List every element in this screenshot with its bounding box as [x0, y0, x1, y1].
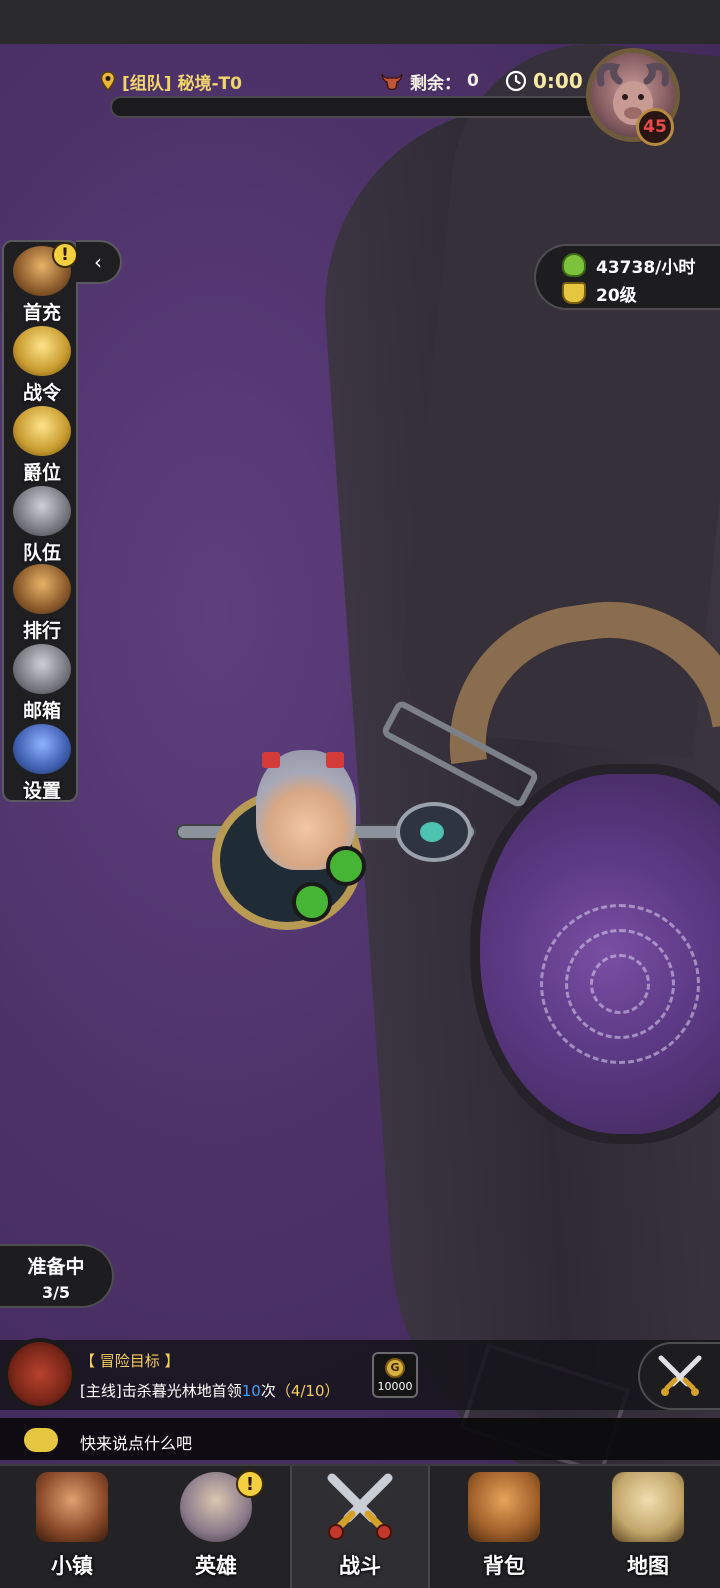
side-item-battle-pass[interactable]: 战令 [4, 326, 80, 404]
backpack-icon [468, 1472, 540, 1542]
alert-badge-icon: ! [236, 1470, 264, 1498]
stage-header: [组队] 秘境-T0 剩余： 0 0:00 [100, 62, 600, 120]
nav-battle[interactable]: 战斗 [290, 1466, 430, 1588]
chat-placeholder[interactable]: 快来说点什么吧 [80, 1430, 192, 1454]
chat-bubble-icon[interactable] [24, 1428, 58, 1452]
income-level-value: 20级 [596, 285, 637, 306]
quest-desc-count: 10 [241, 1382, 261, 1400]
quest-progress: （4/10） [275, 1382, 340, 1400]
crown-icon [13, 406, 71, 456]
income-rate: 43738/小时 [562, 252, 695, 278]
chevron-left-icon: ‹ [94, 250, 102, 274]
side-item-label: 战令 [22, 382, 61, 404]
side-item-label: 首充 [22, 302, 61, 324]
side-item-label: 邮箱 [22, 700, 61, 722]
remaining-value: 0 [467, 71, 479, 91]
stage-name: [组队] 秘境-T0 [100, 66, 242, 96]
nav-label: 地图 [627, 1554, 669, 1578]
quest-description: [主线]击杀暮光林地首领10次（4/10） [80, 1380, 340, 1401]
nav-label: 背包 [483, 1554, 525, 1578]
side-item-label: 爵位 [22, 462, 61, 484]
experience-leaf-icon [562, 253, 586, 277]
ranking-shield-icon [13, 564, 71, 614]
side-item-label: 排行 [22, 620, 61, 642]
battle-toggle-button[interactable] [638, 1342, 720, 1410]
gold-coin-icon: G [385, 1358, 405, 1378]
income-level: 20级 [562, 280, 637, 306]
boss-level-badge: 45 [636, 108, 674, 146]
gear-icon [13, 724, 71, 774]
side-item-rank-title[interactable]: 爵位 [4, 406, 80, 484]
idle-income-panel[interactable]: 43738/小时 20级 [534, 244, 720, 310]
collapse-menu-button[interactable]: ‹ [76, 240, 122, 284]
status-orb-icon [326, 846, 366, 886]
nav-heroes[interactable]: ! 英雄 [144, 1466, 288, 1588]
hero-unit[interactable] [176, 750, 476, 930]
quest-desc-prefix: [主线]击杀暮光林地首领 [80, 1382, 242, 1400]
nav-backpack[interactable]: 背包 [432, 1466, 576, 1588]
remaining-enemies: 剩余： 0 [380, 66, 479, 96]
quest-reward[interactable]: G 10000 [372, 1352, 418, 1398]
ready-label: 准备中 [27, 1256, 85, 1278]
remaining-label: 剩余： [410, 73, 461, 94]
bull-head-icon [381, 73, 403, 91]
side-item-label: 设置 [22, 780, 61, 802]
nav-label: 小镇 [51, 1554, 93, 1578]
timer-value: 0:00 [533, 69, 583, 93]
side-item-settings[interactable]: 设置 [4, 724, 80, 802]
side-item-label: 队伍 [22, 542, 61, 564]
side-item-mailbox[interactable]: 邮箱 [4, 644, 80, 722]
crossed-swords-icon [327, 1473, 393, 1540]
stage-progress-track [110, 96, 600, 118]
income-rate-value: 43738/小时 [596, 257, 696, 278]
side-menu: ! 首充 战令 爵位 队伍 排行 邮箱 设置 [2, 240, 78, 802]
location-pin-icon [100, 71, 116, 91]
mail-envelope-icon [13, 644, 71, 694]
nav-label: 英雄 [195, 1554, 237, 1578]
reward-value: 10000 [377, 1380, 413, 1393]
town-icon [36, 1472, 108, 1542]
clock-icon [505, 70, 527, 92]
alert-badge-icon: ! [52, 242, 78, 268]
winged-emblem-icon [13, 326, 71, 376]
quest-title: 【 冒险目标 】 [80, 1352, 180, 1370]
map-scroll-icon [612, 1472, 684, 1542]
status-orb-icon [292, 882, 332, 922]
nav-town[interactable]: 小镇 [0, 1466, 144, 1588]
nav-map[interactable]: 地图 [576, 1466, 720, 1588]
team-faces-icon [13, 486, 71, 536]
nav-label: 战斗 [339, 1554, 381, 1578]
quest-desc-suffix: 次 [260, 1382, 276, 1400]
side-item-team[interactable]: 队伍 [4, 486, 80, 564]
side-item-leaderboard[interactable]: 排行 [4, 564, 80, 642]
status-bar-area [0, 0, 720, 44]
staff-gem-icon [420, 822, 444, 842]
quest-book-icon[interactable] [4, 1338, 76, 1410]
bottom-nav: 小镇 ! 英雄 战斗 背包 地图 [0, 1464, 720, 1588]
crossed-swords-icon [658, 1355, 702, 1396]
team-ready-status[interactable]: 准备中 3/5 [0, 1244, 114, 1308]
side-item-first-recharge[interactable]: ! 首充 [4, 242, 80, 324]
ready-count: 3/5 [41, 1283, 71, 1302]
hair-ribbon-icon [326, 752, 344, 768]
stage-label: [组队] 秘境-T0 [122, 73, 242, 94]
trophy-icon [562, 282, 586, 304]
hair-ribbon-icon [262, 752, 280, 768]
battle-timer: 0:00 [505, 66, 583, 96]
portal-swirl-core [590, 954, 650, 1014]
